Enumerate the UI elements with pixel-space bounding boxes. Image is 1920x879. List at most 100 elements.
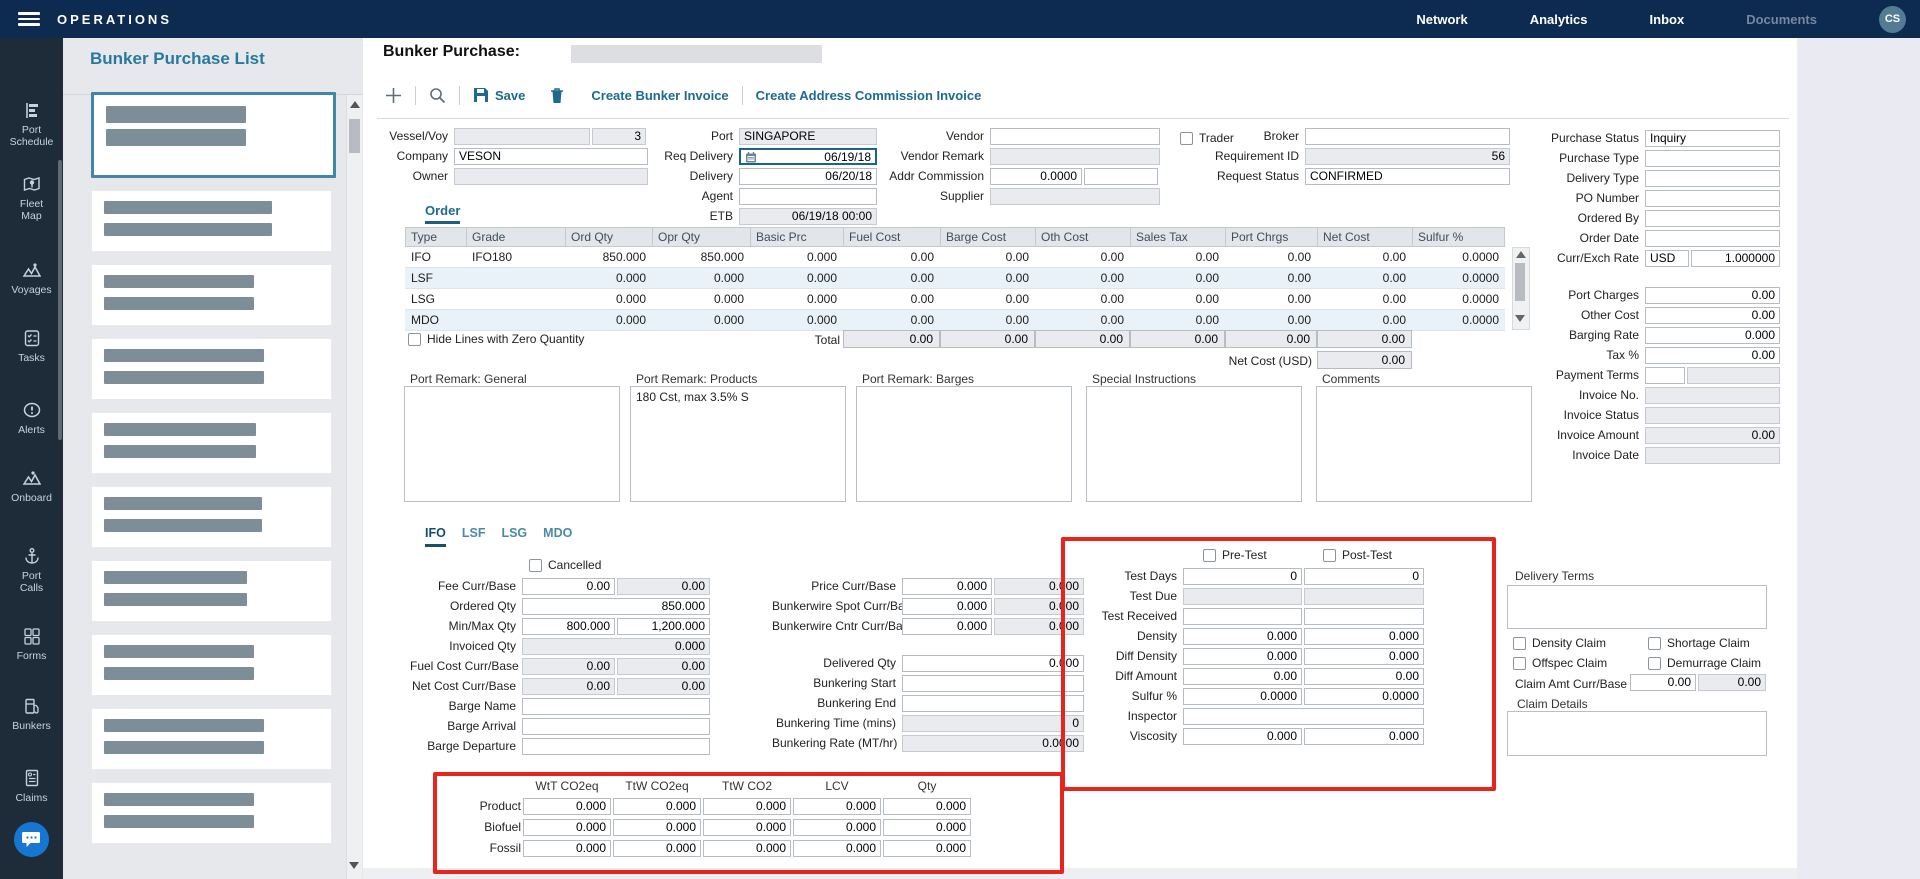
order-table-row[interactable]: LSG0.0000.0000.0000.000.000.000.000.000.…: [405, 289, 1505, 310]
sidebar-item-tasks[interactable]: Tasks: [0, 328, 63, 364]
co2-value-field[interactable]: 0.000: [883, 840, 971, 857]
order-table-row[interactable]: MDO0.0000.0000.0000.000.000.000.000.000.…: [405, 310, 1505, 331]
remark-input-port-remark-products[interactable]: 180 Cst, max 3.5% S: [630, 386, 846, 502]
sidebar-item-port-calls[interactable]: PortCalls: [0, 546, 63, 594]
avatar[interactable]: CS: [1879, 6, 1906, 33]
bunker-purchase-list-item[interactable]: [91, 412, 332, 474]
bunker-purchase-list-item[interactable]: [91, 264, 332, 326]
form-field-broker[interactable]: [1305, 128, 1510, 145]
nav-item-network[interactable]: Network: [1416, 12, 1467, 27]
trader-checkbox[interactable]: [1180, 132, 1193, 145]
form-field-test-days[interactable]: 0: [1304, 568, 1424, 585]
order-table-scrollbar[interactable]: [1512, 247, 1530, 330]
add-button[interactable]: [385, 87, 402, 104]
claim-amt-curr[interactable]: 0.00: [1630, 674, 1696, 691]
form-field-diff-density[interactable]: 0.000: [1183, 648, 1302, 665]
form-field-test-received[interactable]: [1183, 608, 1302, 625]
form-field-barge-departure[interactable]: [522, 738, 710, 755]
form-field-other-cost[interactable]: 0.00: [1645, 307, 1780, 324]
form-field-diff-amount[interactable]: 0.00: [1304, 668, 1424, 685]
form-field-delivered-qty[interactable]: 0.000: [902, 655, 1084, 672]
form-field-bunkering-end[interactable]: [902, 695, 1084, 712]
search-button[interactable]: [429, 87, 446, 104]
nav-item-documents[interactable]: Documents: [1746, 12, 1817, 27]
sidebar-item-voyages[interactable]: Voyages: [0, 260, 63, 296]
bunker-purchase-list-item[interactable]: [91, 190, 332, 252]
co2-value-field[interactable]: 0.000: [523, 798, 611, 815]
nav-item-inbox[interactable]: Inbox: [1650, 12, 1685, 27]
sidebar-item-claims[interactable]: Claims: [0, 768, 63, 804]
sidebar-item-fleet-map[interactable]: FleetMap: [0, 174, 63, 222]
chat-button[interactable]: [14, 822, 49, 857]
form-field-req-delivery[interactable]: 06/19/18: [739, 148, 877, 165]
sidebar-item-bunkers[interactable]: Bunkers: [0, 696, 63, 732]
co2-value-field[interactable]: 0.000: [523, 840, 611, 857]
bunker-purchase-list-item[interactable]: [91, 486, 332, 548]
co2-value-field[interactable]: 0.000: [793, 819, 881, 836]
hamburger-menu-icon[interactable]: [18, 9, 40, 29]
form-field-purchase-status[interactable]: Inquiry: [1645, 130, 1780, 147]
form-field-diff-amount[interactable]: 0.00: [1183, 668, 1302, 685]
offspec-claim-checkbox[interactable]: [1513, 657, 1526, 670]
co2-value-field[interactable]: 0.000: [883, 798, 971, 815]
shortage-claim-checkbox[interactable]: [1648, 637, 1661, 650]
form-field-vendor[interactable]: [990, 128, 1160, 145]
bunker-purchase-list-item[interactable]: [91, 708, 332, 770]
tab-lsf[interactable]: LSF: [462, 526, 486, 547]
list-scrollbar-thumb[interactable]: [349, 119, 360, 153]
bunker-purchase-list-item[interactable]: [91, 634, 332, 696]
create-bunker-invoice-button[interactable]: Create Bunker Invoice: [591, 88, 728, 103]
form-field-addr-commission[interactable]: [1084, 168, 1158, 185]
form-field-po-number[interactable]: [1645, 190, 1780, 207]
scroll-up-icon[interactable]: [350, 101, 360, 108]
co2-value-field[interactable]: 0.000: [613, 798, 701, 815]
scroll-up-icon[interactable]: [1516, 251, 1526, 258]
post-test-checkbox[interactable]: [1323, 549, 1336, 562]
co2-value-field[interactable]: 0.000: [613, 819, 701, 836]
form-field-bunkering-start[interactable]: [902, 675, 1084, 692]
form-field-viscosity[interactable]: 0.000: [1183, 728, 1302, 745]
cancelled-checkbox[interactable]: [529, 559, 542, 572]
nav-item-analytics[interactable]: Analytics: [1530, 12, 1588, 27]
co2-value-field[interactable]: 0.000: [523, 819, 611, 836]
form-field-diff-density[interactable]: 0.000: [1304, 648, 1424, 665]
form-field-ordered-by[interactable]: [1645, 210, 1780, 227]
bunker-purchase-list-item[interactable]: [91, 782, 332, 844]
pre-test-checkbox[interactable]: [1203, 549, 1216, 562]
tab-mdo[interactable]: MDO: [543, 526, 572, 547]
form-field-price-curr-base[interactable]: 0.000: [902, 578, 992, 595]
co2-value-field[interactable]: 0.000: [703, 798, 791, 815]
order-table-row[interactable]: LSF0.0000.0000.0000.000.000.000.000.000.…: [405, 268, 1505, 289]
remark-input-port-remark-general[interactable]: [404, 386, 620, 502]
order-table-row[interactable]: IFOIFO180850.000850.0000.0000.000.000.00…: [405, 247, 1505, 268]
delete-button[interactable]: [550, 87, 564, 104]
scroll-down-icon[interactable]: [349, 862, 359, 869]
delivery-terms-input[interactable]: [1507, 585, 1767, 629]
form-field-delivery-type[interactable]: [1645, 170, 1780, 187]
bunker-purchase-list-item[interactable]: [91, 560, 332, 622]
form-field-curr-exch-rate[interactable]: USD: [1645, 250, 1689, 267]
form-field-addr-commission[interactable]: 0.0000: [990, 168, 1082, 185]
bunker-purchase-list-item[interactable]: [91, 92, 336, 178]
form-field-test-days[interactable]: 0: [1183, 568, 1302, 585]
form-field-min-max-qty[interactable]: 800.000: [522, 618, 615, 635]
sidebar-item-port-schedule[interactable]: PortSchedule: [0, 100, 63, 148]
save-button[interactable]: Save: [473, 87, 525, 103]
co2-value-field[interactable]: 0.000: [793, 798, 881, 815]
form-field-company[interactable]: VESON: [454, 148, 648, 165]
form-field-barging-rate[interactable]: 0.000: [1645, 327, 1780, 344]
form-field-order-date[interactable]: [1645, 230, 1780, 247]
tab-order[interactable]: Order: [425, 203, 460, 224]
form-field-purchase-type[interactable]: [1645, 150, 1780, 167]
form-field-agent[interactable]: [739, 188, 877, 205]
form-field-sulfur-[interactable]: 0.0000: [1183, 688, 1302, 705]
form-field-barge-arrival[interactable]: [522, 718, 710, 735]
form-field-port-charges[interactable]: 0.00: [1645, 287, 1780, 304]
form-field-payment-terms[interactable]: [1645, 367, 1685, 384]
sidebar-item-forms[interactable]: Forms: [0, 626, 63, 662]
form-field-inspector[interactable]: [1183, 708, 1424, 725]
co2-value-field[interactable]: 0.000: [883, 819, 971, 836]
form-field-sulfur-[interactable]: 0.0000: [1304, 688, 1424, 705]
bunker-purchase-list-item[interactable]: [91, 338, 332, 400]
form-field-density[interactable]: 0.000: [1304, 628, 1424, 645]
